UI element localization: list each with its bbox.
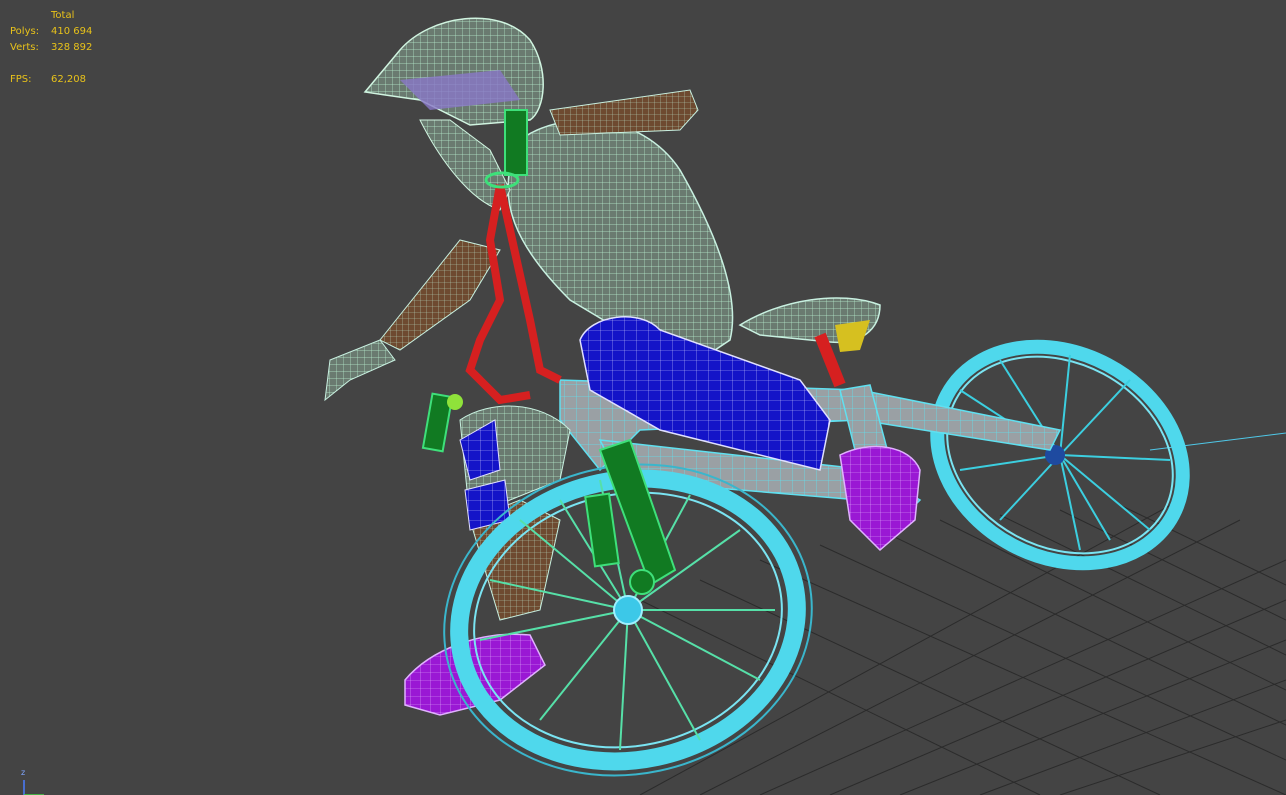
stats-gap	[10, 56, 92, 72]
stats-polys-row: Polys: 410 694	[10, 24, 92, 40]
verts-value: 328 892	[51, 42, 93, 53]
stats-header: Total	[51, 10, 75, 21]
axis-z-label: z	[21, 768, 26, 777]
polys-value: 410 694	[51, 26, 93, 37]
viewport-statistics: Total Polys: 410 694 Verts: 328 892 FPS:…	[10, 8, 92, 88]
rear-wheel[interactable]	[899, 305, 1221, 605]
scene-canvas[interactable]	[0, 0, 1286, 795]
verts-label: Verts:	[10, 42, 39, 53]
stats-fps-row: FPS: 62,208	[10, 72, 92, 88]
fps-label: FPS:	[10, 74, 32, 85]
polys-label: Polys:	[10, 26, 40, 37]
fps-value: 62,208	[51, 74, 86, 85]
ground-grid	[639, 499, 1286, 795]
stats-verts-row: Verts: 328 892	[10, 40, 92, 56]
axis-gizmo: z	[16, 768, 46, 795]
3d-viewport[interactable]: Total Polys: 410 694 Verts: 328 892 FPS:…	[0, 0, 1286, 795]
